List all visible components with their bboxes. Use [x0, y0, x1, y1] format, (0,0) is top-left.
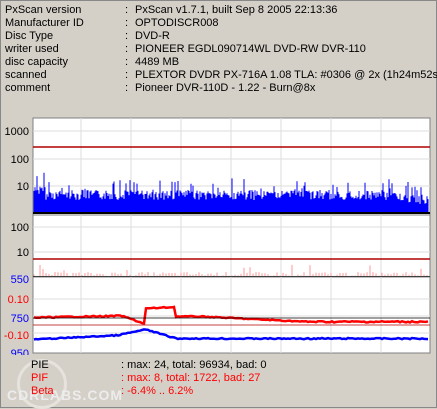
beta-tick-550: 550 — [11, 274, 29, 286]
info-row-writer-used: writer used : PIONEER EGDL090714WL DVD-R… — [5, 43, 433, 56]
pie-tick-100: 100 — [11, 154, 29, 166]
beta-tick-0.10: 0.10 — [8, 294, 29, 306]
beta-tick-750: 750 — [11, 313, 29, 325]
info-row-disc-capacity: disc capacity : 4489 MB — [5, 56, 433, 69]
info-separator: : — [125, 56, 129, 68]
pie-tick-1000: 1000 — [5, 126, 29, 138]
info-label: PxScan version — [5, 4, 82, 16]
scan-chart: 1000 100 10 100 10 550 0.10 750 -0.10 95… — [4, 117, 431, 355]
info-value: OPTODISCR008 — [135, 17, 219, 29]
info-separator: : — [125, 17, 129, 29]
info-value: PxScan v1.7.1, built Sep 8 2005 22:13:36 — [135, 4, 338, 16]
legend-row-pif: PIF : max: 8, total: 1722, bad: 27 — [1, 372, 437, 385]
info-label: disc capacity — [5, 56, 68, 68]
legend-value: : -6.4% .. 6.2% — [121, 385, 194, 397]
disc-info-panel: PxScan version : PxScan v1.7.1, built Se… — [5, 4, 437, 95]
info-value: PIONEER EGDL090714WL DVD-RW DVR-110 — [135, 43, 366, 55]
pie-tick-10: 10 — [17, 181, 29, 193]
info-value: PLEXTOR DVDR PX-716A 1.08 TLA: #0306 @ 2… — [135, 69, 437, 81]
info-label: scanned — [5, 69, 47, 81]
pif-tick-100: 100 — [11, 222, 29, 234]
legend-name: Beta — [31, 385, 54, 397]
legend-row-pie: PIE : max: 24, total: 96934, bad: 0 — [1, 359, 437, 372]
legend-value: : max: 8, total: 1722, bad: 27 — [121, 372, 261, 384]
legend-name: PIE — [31, 359, 49, 371]
pif-tick-10: 10 — [17, 247, 29, 259]
info-row-scanned: scanned : PLEXTOR DVDR PX-716A 1.08 TLA:… — [5, 69, 437, 82]
info-row-manufacturer-id: Manufacturer ID : OPTODISCR008 — [5, 17, 433, 30]
legend-row-beta: Beta : -6.4% .. 6.2% — [1, 385, 437, 398]
legend-panel: PIE : max: 24, total: 96934, bad: 0 PIF … — [1, 359, 437, 407]
info-row-disc-type: Disc Type : DVD-R — [5, 30, 433, 43]
beta-tick-neg-0.10: -0.10 — [4, 330, 29, 342]
info-row-pxscan-version: PxScan version : PxScan v1.7.1, built Se… — [5, 4, 433, 17]
info-label: writer used — [5, 43, 59, 55]
beta-tick-950: 950 — [11, 348, 29, 355]
info-row-comment: comment : Pioneer DVR-110D - 1.22 - Burn… — [5, 82, 433, 95]
info-separator: : — [125, 43, 129, 55]
info-value: DVD-R — [135, 30, 170, 42]
info-label: comment — [5, 82, 51, 94]
info-value: Pioneer DVR-110D - 1.22 - Burn@8x — [135, 82, 316, 94]
info-label: Disc Type — [5, 30, 54, 42]
info-label: Manufacturer ID — [5, 17, 84, 29]
info-value: 4489 MB — [135, 56, 180, 68]
legend-value: : max: 24, total: 96934, bad: 0 — [121, 359, 267, 371]
info-separator: : — [125, 4, 129, 16]
info-separator: : — [125, 69, 129, 81]
info-separator: : — [125, 82, 129, 94]
legend-name: PIF — [31, 372, 49, 384]
scan-report-window: PxScan version : PxScan v1.7.1, built Se… — [0, 0, 437, 409]
info-separator: : — [125, 30, 129, 42]
